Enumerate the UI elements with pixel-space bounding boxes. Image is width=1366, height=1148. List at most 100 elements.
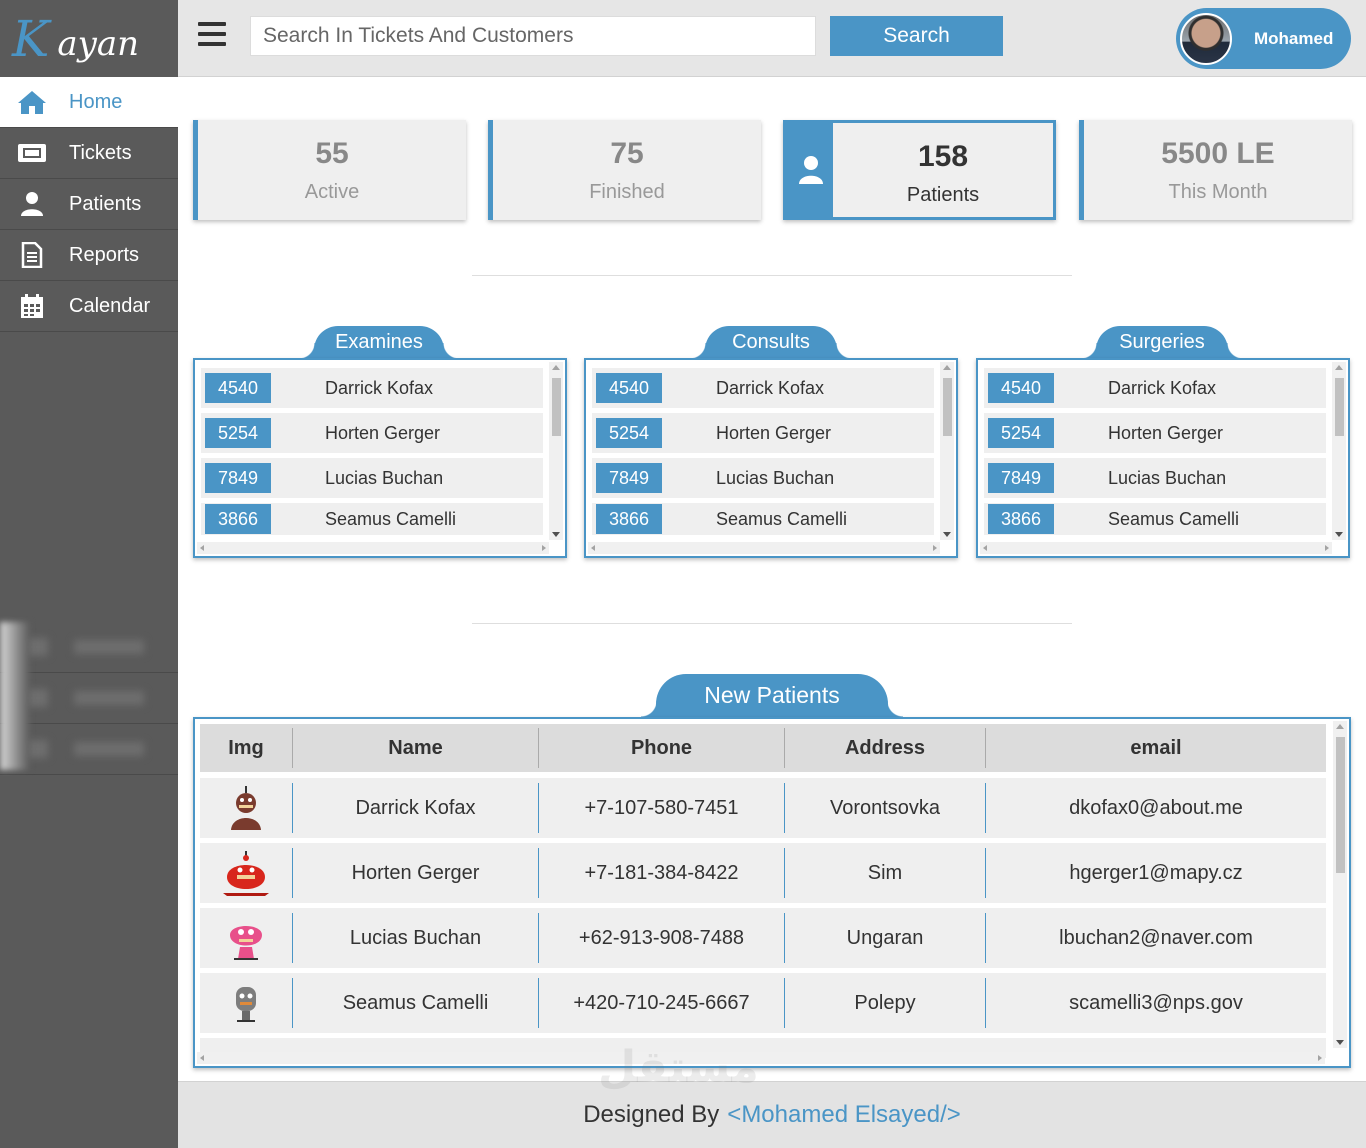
sidebar-item-home[interactable]: Home	[0, 77, 178, 128]
user-icon	[0, 191, 64, 217]
stat-label: Active	[304, 181, 360, 203]
user-profile-button[interactable]: Mohamed	[1176, 8, 1351, 69]
list-item[interactable]: 7849 Lucias Buchan	[592, 458, 934, 498]
patient-name: Horten Gerger	[325, 422, 441, 443]
patient-address: Polepy	[785, 978, 986, 1028]
avatar	[1180, 12, 1232, 65]
divider	[472, 275, 1072, 276]
stat-value: 55	[315, 137, 349, 170]
logo-letter: K	[12, 9, 50, 68]
ticket-id-badge: 3866	[596, 504, 662, 534]
sidebar-item-label: Patients	[69, 192, 142, 215]
patient-phone: +62-913-908-7488	[539, 913, 785, 963]
list-item[interactable]: 7849 Lucias Buchan	[201, 458, 543, 498]
horizontal-scrollbar[interactable]	[197, 542, 549, 554]
horizontal-scrollbar[interactable]	[980, 542, 1332, 554]
patient-address: Ungaran	[785, 913, 986, 963]
sidebar-item-calendar[interactable]: Calendar	[0, 281, 178, 332]
list-item[interactable]: 3866 Seamus Camelli	[592, 503, 934, 535]
stat-card-finished[interactable]: 75 Finished	[488, 120, 761, 220]
surgeries-title: Surgeries	[1081, 326, 1243, 359]
patient-name: Lucias Buchan	[293, 913, 539, 963]
search-button[interactable]: Search	[830, 16, 1003, 56]
vertical-scrollbar[interactable]	[549, 362, 563, 540]
list-item[interactable]: 5254 Horten Gerger	[592, 413, 934, 453]
patient-name: Lucias Buchan	[325, 467, 444, 488]
patient-avatar	[200, 848, 293, 898]
patient-name: Seamus Camelli	[716, 508, 848, 529]
stat-card-this-month[interactable]: 5500 LE This Month	[1079, 120, 1352, 220]
list-item[interactable]: 5254 Horten Gerger	[984, 413, 1326, 453]
vertical-scrollbar[interactable]	[1332, 362, 1346, 540]
patient-avatar	[200, 913, 293, 963]
hamburger-menu-icon[interactable]	[198, 22, 226, 48]
divider	[472, 623, 1072, 624]
home-icon	[0, 89, 64, 115]
patient-email[interactable]: lbuchan2@naver.com	[986, 913, 1326, 963]
list-item[interactable]: 4540 Darrick Kofax	[592, 368, 934, 408]
vertical-scrollbar[interactable]	[1333, 721, 1347, 1048]
patient-email[interactable]: scamelli3@nps.gov	[986, 978, 1326, 1028]
user-icon	[798, 155, 824, 190]
ticket-id-badge: 5254	[988, 418, 1054, 448]
sidebar-item-patients[interactable]: Patients	[0, 179, 178, 230]
list-item[interactable]: 5254 Horten Gerger	[201, 413, 543, 453]
patient-email[interactable]: dkofax0@about.me	[986, 783, 1326, 833]
stat-card-patients[interactable]: 158 Patients	[783, 120, 1056, 220]
stat-value: 5500 LE	[1161, 137, 1275, 170]
consults-title: Consults	[690, 326, 852, 359]
patient-avatar	[200, 978, 293, 1028]
sidebar-item-reports[interactable]: Reports	[0, 230, 178, 281]
table-row[interactable]: Darrick Kofax +7-107-580-7451 Vorontsovk…	[200, 778, 1326, 838]
sidebar-item-label: Home	[69, 90, 123, 113]
horizontal-scrollbar[interactable]	[588, 542, 940, 554]
logo-text: ayan	[57, 23, 140, 64]
table-header: Img Name Phone Address email	[200, 724, 1326, 772]
list-item[interactable]: 4540 Darrick Kofax	[984, 368, 1326, 408]
author-link[interactable]: <Mohamed Elsayed/>	[727, 1101, 960, 1129]
calendar-icon	[0, 293, 64, 319]
patient-name: Horten Gerger	[1108, 422, 1224, 443]
patient-avatar	[200, 783, 293, 833]
horizontal-scrollbar[interactable]	[197, 1052, 1325, 1064]
examines-list: 4540 Darrick Kofax 5254 Horten Gerger 7849…	[193, 358, 567, 558]
ticket-id-badge: 3866	[205, 504, 271, 534]
table-row[interactable]: Seamus Camelli +420-710-245-6667 Polepy …	[200, 973, 1326, 1033]
search-input[interactable]	[250, 16, 816, 56]
watermark: مستقل	[598, 1042, 759, 1093]
patient-address: Vorontsovka	[785, 783, 986, 833]
list-item[interactable]: 3866 Seamus Camelli	[201, 503, 543, 535]
column-header[interactable]: Name	[293, 728, 539, 768]
patient-email[interactable]: hgerger1@mapy.cz	[986, 848, 1326, 898]
list-item[interactable]: 3866 Seamus Camelli	[984, 503, 1326, 535]
ticket-id-badge: 3866	[988, 504, 1054, 534]
column-header[interactable]: Phone	[539, 728, 785, 768]
column-header[interactable]: Img	[200, 728, 293, 768]
logo[interactable]: K ayan	[0, 0, 178, 77]
column-header[interactable]: email	[986, 728, 1326, 768]
patient-phone: +7-107-580-7451	[539, 783, 785, 833]
ticket-id-badge: 5254	[205, 418, 271, 448]
table-row[interactable]: Lucias Buchan +62-913-908-7488 Ungaran l…	[200, 908, 1326, 968]
patient-phone: +7-181-384-8422	[539, 848, 785, 898]
list-item[interactable]: 4540 Darrick Kofax	[201, 368, 543, 408]
stat-label: This Month	[1168, 181, 1268, 203]
list-item[interactable]: 7849 Lucias Buchan	[984, 458, 1326, 498]
stat-value: 75	[610, 137, 644, 170]
column-header[interactable]: Address	[785, 728, 986, 768]
ticket-id-badge: 5254	[596, 418, 662, 448]
patient-name: Seamus Camelli	[325, 508, 457, 529]
stat-card-active[interactable]: 55 Active	[193, 120, 466, 220]
sidebar-item-label: Tickets	[69, 141, 132, 164]
blurred-nav-ghost	[0, 622, 178, 775]
patient-name: Darrick Kofax	[293, 783, 539, 833]
sidebar-item-label: Reports	[69, 243, 140, 266]
stat-label: Finished	[589, 181, 665, 203]
patient-address: Sim	[785, 848, 986, 898]
stat-label: Patients	[906, 184, 980, 206]
sidebar-item-tickets[interactable]: Tickets	[0, 128, 178, 179]
surgeries-list: 4540 Darrick Kofax 5254 Horten Gerger 7849…	[976, 358, 1350, 558]
table-row[interactable]: Horten Gerger +7-181-384-8422 Sim hgerge…	[200, 843, 1326, 903]
vertical-scrollbar[interactable]	[940, 362, 954, 540]
patient-name: Lucias Buchan	[1108, 467, 1227, 488]
